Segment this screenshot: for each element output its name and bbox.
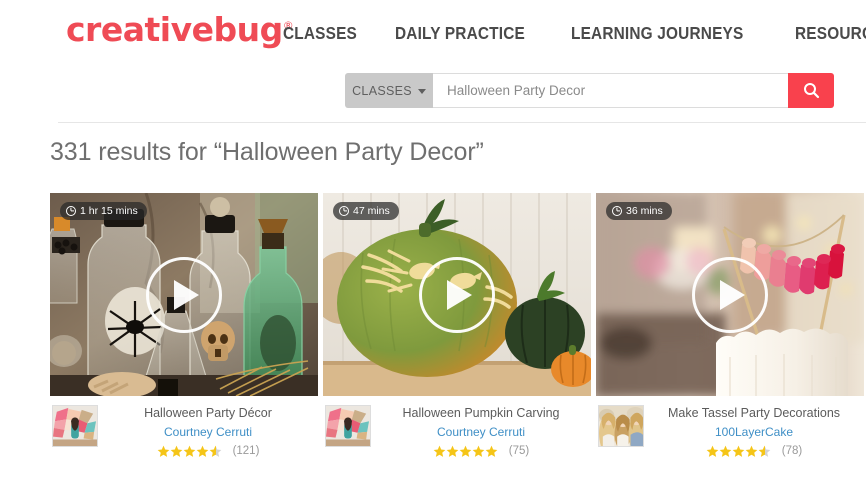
star-icon (485, 445, 498, 457)
result-card[interactable]: 36 mins Make Tassel Party Decorations 10… (596, 193, 864, 458)
nav-item-learning-journeys[interactable]: LEARNING JOURNEYS (571, 23, 743, 44)
card-text: Make Tassel Party Decorations 100LayerCa… (644, 405, 864, 458)
class-author[interactable]: Courtney Cerruti (102, 425, 314, 439)
nav-item-classes[interactable]: CLASSES (283, 23, 357, 44)
class-title[interactable]: Make Tassel Party Decorations (648, 405, 860, 422)
class-title[interactable]: Halloween Pumpkin Carving (375, 405, 587, 422)
results-grid: 1 hr 15 mins Halloween Party Décor Court… (50, 193, 864, 458)
avatar-image (599, 406, 643, 446)
play-icon[interactable] (692, 256, 768, 333)
star-icon (472, 445, 485, 457)
star-icon (459, 445, 472, 457)
star-icon (157, 445, 169, 457)
review-count: (75) (508, 445, 530, 458)
star-rating (433, 445, 498, 458)
duration-label: 47 mins (353, 205, 390, 217)
avatar[interactable] (325, 405, 371, 447)
search-submit-button[interactable] (788, 73, 834, 108)
star-icon (745, 445, 758, 457)
card-meta: Halloween Pumpkin Carving Courtney Cerru… (323, 396, 591, 458)
rating: (121) (102, 445, 314, 458)
logo-text: creativebug (66, 10, 283, 49)
class-title[interactable]: Halloween Party Décor (102, 405, 314, 422)
search-results-page: creativebug® CLASSES DAILY PRACTICE LEAR… (0, 0, 866, 500)
star-rating (706, 445, 771, 458)
nav-item-daily-practice[interactable]: DAILY PRACTICE (395, 23, 525, 44)
play-icon[interactable] (146, 256, 222, 333)
clock-icon (339, 206, 349, 216)
star-icon (706, 445, 719, 457)
duration-badge: 47 mins (333, 202, 399, 220)
class-thumbnail[interactable]: 36 mins (596, 193, 864, 396)
rating: (78) (648, 445, 860, 458)
rating: (75) (375, 445, 587, 458)
nav-item-resources[interactable]: RESOURCES (795, 23, 866, 44)
search-bar: CLASSES (345, 73, 834, 108)
site-logo[interactable]: creativebug® (66, 10, 294, 49)
result-card[interactable]: 47 mins Halloween Pumpkin Carving Courtn… (323, 193, 591, 458)
star-icon (719, 445, 732, 457)
star-icon (732, 445, 745, 457)
avatar[interactable] (598, 405, 644, 447)
search-category-label: CLASSES (352, 83, 412, 98)
avatar-image (326, 406, 370, 446)
avatar-image (53, 406, 97, 446)
header-divider (58, 122, 866, 123)
class-thumbnail[interactable]: 1 hr 15 mins (50, 193, 318, 396)
duration-badge: 1 hr 15 mins (60, 202, 147, 220)
duration-label: 36 mins (626, 205, 663, 217)
star-icon (183, 445, 195, 457)
page-title: 331 results for “Halloween Party Decor” (50, 138, 484, 166)
duration-badge: 36 mins (606, 202, 672, 220)
star-icon (446, 445, 459, 457)
star-icon (170, 445, 182, 457)
clock-icon (66, 206, 76, 216)
card-meta: Halloween Party Décor Courtney Cerruti (… (50, 396, 318, 458)
review-count: (121) (232, 445, 260, 458)
class-thumbnail[interactable]: 47 mins (323, 193, 591, 396)
star-icon-half (209, 445, 221, 457)
avatar[interactable] (52, 405, 98, 447)
star-rating (157, 445, 222, 458)
clock-icon (612, 206, 622, 216)
class-author[interactable]: 100LayerCake (648, 425, 860, 439)
site-header: creativebug® CLASSES DAILY PRACTICE LEAR… (0, 0, 866, 123)
star-icon-half (758, 445, 771, 457)
chevron-down-icon (417, 89, 426, 94)
review-count: (78) (781, 445, 803, 458)
duration-label: 1 hr 15 mins (80, 205, 138, 217)
search-icon (803, 83, 819, 99)
class-author[interactable]: Courtney Cerruti (375, 425, 587, 439)
main-navigation: CLASSES DAILY PRACTICE LEARNING JOURNEYS… (283, 23, 866, 44)
card-text: Halloween Party Décor Courtney Cerruti (… (98, 405, 318, 458)
card-meta: Make Tassel Party Decorations 100LayerCa… (596, 396, 864, 458)
search-input[interactable] (433, 73, 788, 108)
search-category-dropdown[interactable]: CLASSES (345, 73, 433, 108)
result-card[interactable]: 1 hr 15 mins Halloween Party Décor Court… (50, 193, 318, 458)
play-icon[interactable] (419, 256, 495, 333)
card-text: Halloween Pumpkin Carving Courtney Cerru… (371, 405, 591, 458)
star-icon (196, 445, 208, 457)
star-icon (433, 445, 446, 457)
